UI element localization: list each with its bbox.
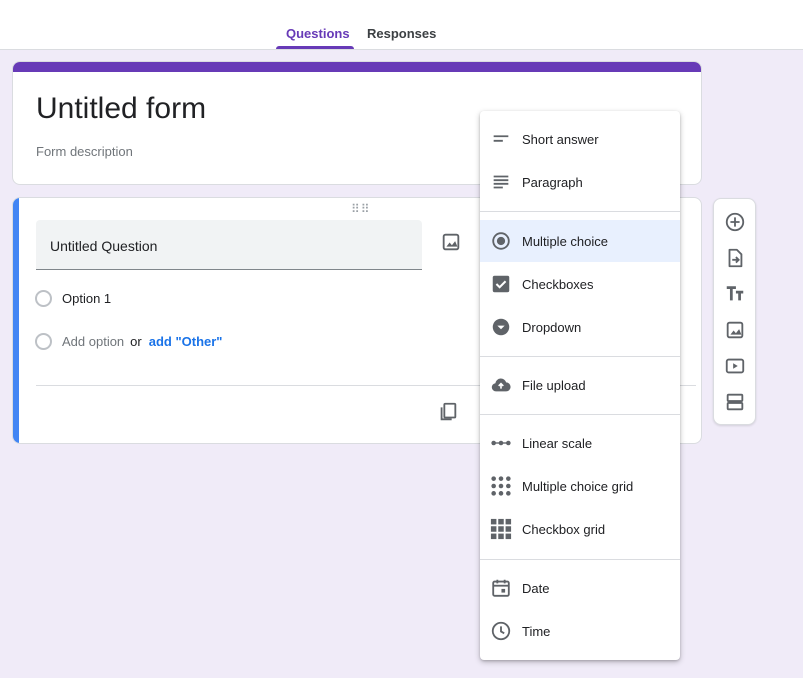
dropdown-icon [490, 316, 512, 338]
duplicate-icon[interactable] [437, 401, 459, 423]
paragraph-icon [490, 171, 512, 193]
menu-divider [480, 356, 680, 357]
drag-handle-icon[interactable]: ⠿⠿ [351, 202, 371, 216]
menu-item-label: File upload [522, 377, 586, 393]
short-answer-icon [490, 128, 512, 150]
menu-item-label: Multiple choice [522, 233, 608, 249]
checkbox-icon [490, 273, 512, 295]
tab-responses[interactable]: Responses [367, 26, 436, 41]
square-grid-icon [490, 518, 512, 540]
header-accent-bar [13, 62, 701, 72]
radio-icon [35, 290, 52, 307]
calendar-icon [490, 577, 512, 599]
menu-item-checkbox-grid[interactable]: Checkbox grid [480, 508, 680, 550]
menu-item-label: Time [522, 623, 551, 639]
add-image-icon[interactable] [440, 231, 462, 253]
menu-item-checkboxes[interactable]: Checkboxes [480, 263, 680, 305]
menu-item-dropdown[interactable]: Dropdown [480, 306, 680, 348]
add-title-icon[interactable] [724, 283, 746, 305]
menu-item-label: Multiple choice grid [522, 478, 634, 494]
add-option-button[interactable]: Add option [62, 334, 124, 349]
active-tab-indicator [276, 46, 354, 49]
radio-button-icon [490, 230, 512, 252]
cloud-upload-icon [490, 374, 512, 396]
clock-icon [490, 620, 512, 642]
menu-item-label: Paragraph [522, 174, 583, 190]
menu-item-label: Date [522, 580, 550, 596]
question-title-field[interactable]: Untitled Question [36, 220, 422, 270]
menu-item-label: Checkbox grid [522, 521, 606, 537]
import-questions-icon[interactable] [724, 247, 746, 269]
add-image-icon[interactable] [724, 319, 746, 341]
menu-item-multiple-choice[interactable]: Multiple choice [480, 220, 680, 262]
menu-item-label: Linear scale [522, 435, 593, 451]
add-option-row: Add option or add "Other" [35, 333, 222, 350]
floating-toolbar [713, 198, 756, 425]
menu-divider [480, 211, 680, 212]
add-video-icon[interactable] [724, 355, 746, 377]
menu-item-linear-scale[interactable]: Linear scale [480, 422, 680, 464]
tab-questions[interactable]: Questions [286, 26, 350, 41]
menu-item-label: Checkboxes [522, 276, 594, 292]
menu-item-multiple-choice-grid[interactable]: Multiple choice grid [480, 465, 680, 507]
top-bar: Questions Responses [0, 0, 803, 50]
radio-icon [35, 333, 52, 350]
menu-item-paragraph[interactable]: Paragraph [480, 161, 680, 203]
menu-item-date[interactable]: Date [480, 567, 680, 609]
add-other-link[interactable]: add "Other" [149, 334, 223, 349]
question-title: Untitled Question [50, 238, 158, 254]
option-label[interactable]: Option 1 [62, 291, 111, 306]
linear-scale-icon [490, 432, 512, 454]
menu-item-label: Dropdown [522, 319, 582, 335]
add-section-icon[interactable] [724, 391, 746, 413]
add-question-icon[interactable] [724, 211, 746, 233]
menu-item-file-upload[interactable]: File upload [480, 364, 680, 406]
or-label: or [130, 334, 142, 349]
menu-divider [480, 559, 680, 560]
active-question-indicator [13, 198, 19, 443]
question-type-menu: Short answer Paragraph Multiple choice C… [480, 111, 680, 660]
option-row: Option 1 [35, 290, 111, 307]
menu-divider [480, 414, 680, 415]
menu-item-label: Short answer [522, 131, 599, 147]
menu-item-short-answer[interactable]: Short answer [480, 118, 680, 160]
form-title[interactable]: Untitled form [36, 92, 206, 126]
menu-item-time[interactable]: Time [480, 610, 680, 652]
dot-grid-icon [490, 475, 512, 497]
form-description-field[interactable]: Form description [36, 144, 133, 159]
